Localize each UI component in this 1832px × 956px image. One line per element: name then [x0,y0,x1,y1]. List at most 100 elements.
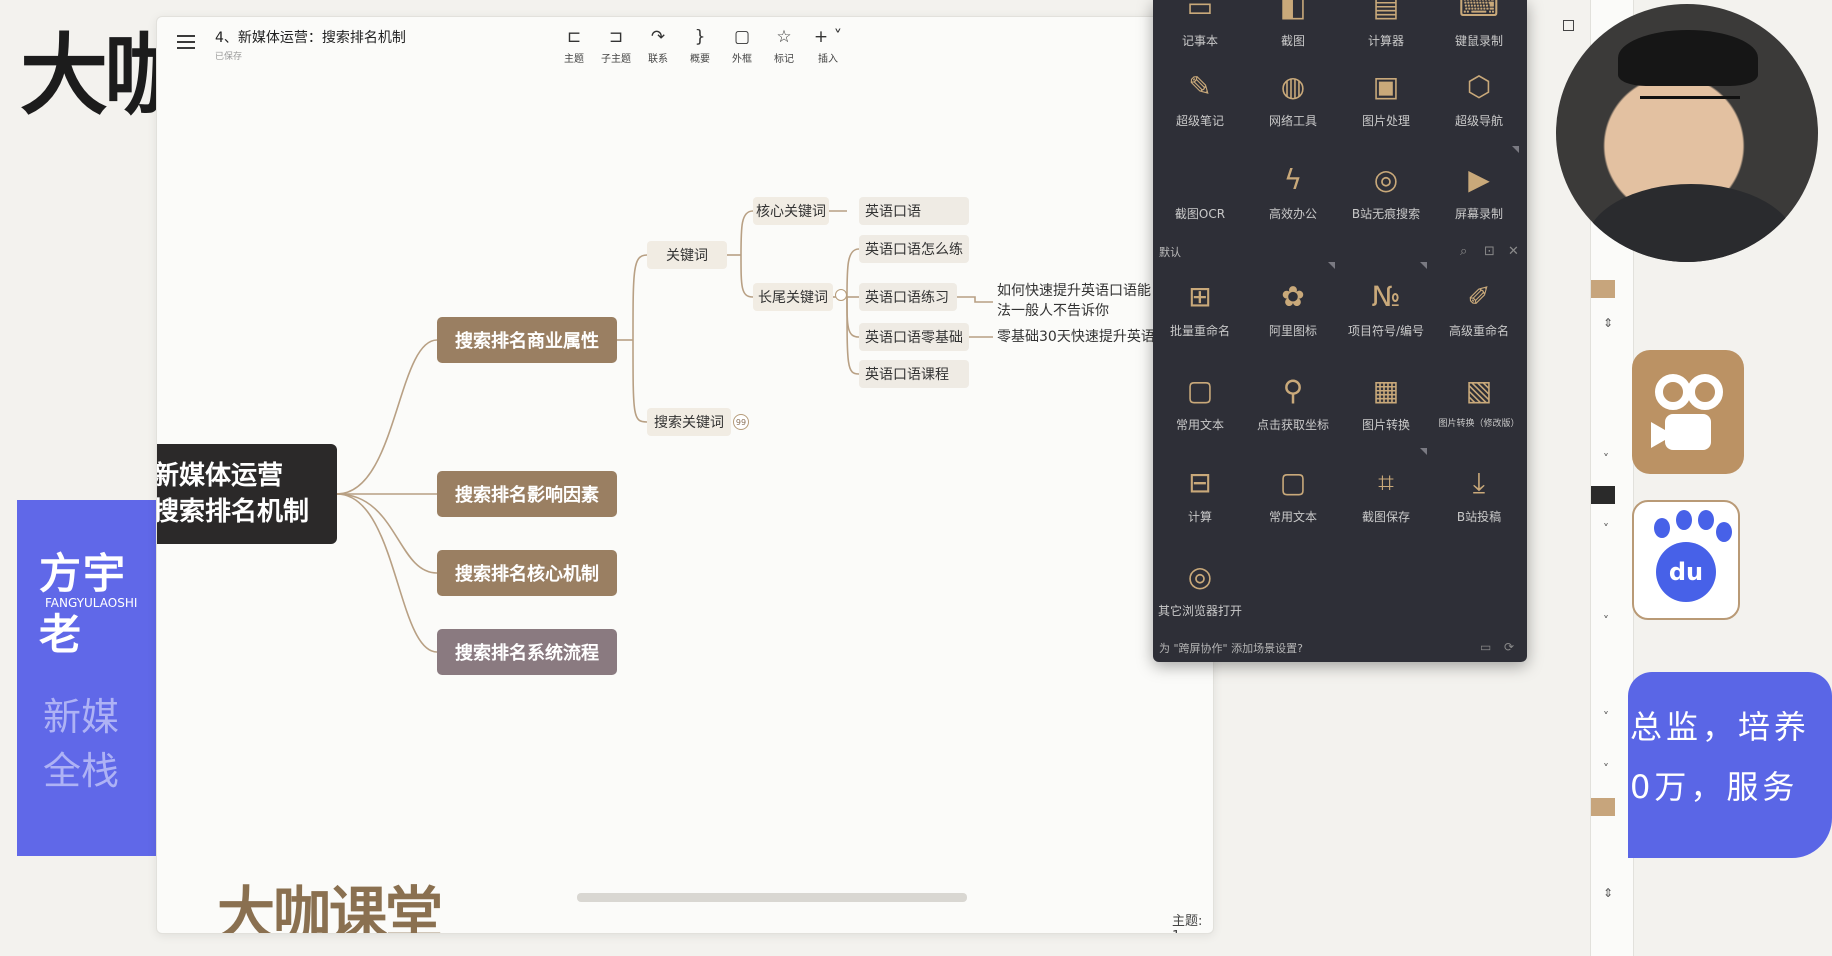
tool-numbering[interactable]: № 项目符号/编号 [1341,280,1431,339]
tool-image-process[interactable]: ▣ 图片处理 [1341,70,1431,129]
save-icon: ▢ [1186,374,1214,407]
horizontal-scrollbar[interactable] [577,893,967,902]
collapse-toggle[interactable]: 99 [733,414,749,430]
topic-system-process[interactable]: 搜索排名系统流程 [437,629,617,675]
tool-advanced-rename[interactable]: ✐ 高级重命名 [1434,280,1524,339]
panel-footer[interactable]: 为 "跨屏协作" 添加场景设置? [1159,640,1303,656]
tool-image-convert[interactable]: ▦ 图片转换 [1341,374,1431,433]
leaf-practice[interactable]: 英语口语练习 [859,283,957,311]
tool-super-note[interactable]: ✎ 超级笔记 [1155,70,1245,129]
palette-icon: ✿ [1281,280,1305,313]
leaf-zero-basis[interactable]: 英语口语零基础 [859,323,969,351]
mindmap-window: 4、新媒体运营：搜索排名机制 已保存 ⊏ 主题 ⊐ 子主题 ↷ 联系 } 概要 … [156,16,1214,934]
notebook-icon: ▭ [1186,0,1214,23]
window-restore-icon[interactable] [1563,20,1574,31]
tool-common-text-2[interactable]: ▢ 常用文本 [1248,466,1338,525]
corner-marker [1420,448,1427,455]
presenter-webcam [1556,4,1818,262]
image-convert-icon: ▦ [1372,374,1400,407]
tool-screenshot[interactable]: ◧ 截图 [1248,0,1338,49]
topic-core-keyword[interactable]: 核心关键词 [753,197,829,225]
paw-toe-icon [1716,522,1732,542]
tool-image-convert-mod[interactable]: ▧ 图片转换（修改版） [1434,374,1524,429]
calculator-icon: ▤ [1372,0,1400,23]
globe-icon: ◎ [1373,163,1399,196]
tool-ocr[interactable]: 截图OCR [1155,163,1245,222]
baidu-paw-icon: du [1656,542,1716,602]
box-icon: ⬡ [1466,70,1492,103]
connector-core [336,493,438,574]
tool-ali-icons[interactable]: ✿ 阿里图标 [1248,280,1338,339]
network-tool-icon: ◍ [1280,70,1306,103]
tool-calculator[interactable]: ▤ 计算器 [1341,0,1431,49]
collapse-circle-icon[interactable] [835,289,847,301]
topic-influence-factors[interactable]: 搜索排名影响因素 [437,471,617,517]
connector-keyword [632,254,648,341]
pane-highlight [1591,798,1615,816]
presenter-hair [1618,30,1758,86]
topic-longtail-keyword[interactable]: 长尾关键词 [753,283,833,311]
root-topic-line1: 新媒体运营 [156,461,284,491]
connector-process [336,493,438,653]
tree-icon: ⊞ [1188,280,1212,313]
topic-count: 主题: 1 [1172,914,1203,933]
teacher-slogan: 新媒全栈 [43,695,120,793]
tool-notebook[interactable]: ▭ 记事本 [1155,0,1245,49]
tool-other-browser[interactable]: ◎ 其它浏览器打开 [1155,560,1245,619]
ocr-icon [1155,163,1245,197]
banner-line-2: 0万，服务 [1630,768,1799,806]
tool-super-nav[interactable]: ⬡ 超级导航 [1434,70,1524,129]
tool-keyboard-record[interactable]: ⌨ 键鼠录制 [1434,0,1524,49]
chevron-down-icon[interactable]: ˅ [1603,522,1609,536]
tool-office[interactable]: ϟ 高效办公 [1248,163,1338,222]
root-topic[interactable]: 新媒体运营 搜索排名机制 [156,444,337,544]
intro-banner: 总监，培养 0万，服务 [1628,672,1832,858]
tool-common-text[interactable]: ▢ 常用文本 [1155,374,1245,433]
file-image-icon: ▧ [1465,374,1493,407]
tool-get-coordinates[interactable]: ⚲ 点击获取坐标 [1248,374,1338,433]
tool-network[interactable]: ◍ 网络工具 [1248,70,1338,129]
tool-bili-upload[interactable]: ⤓ B站投稿 [1434,466,1524,525]
kuaishou-app-icon[interactable] [1632,350,1744,474]
note-fast-improve-line1[interactable]: 如何快速提升英语口语能 [997,281,1151,301]
keyboard-record-icon: ⌨ [1458,0,1500,23]
leaf-english-oral[interactable]: 英语口语 [859,197,969,225]
leaf-how-to-practice[interactable]: 英语口语怎么练 [859,235,969,263]
presenter-glasses [1640,96,1740,114]
panel-settings-icon[interactable]: ✕ [1508,244,1519,259]
topic-core-mechanism[interactable]: 搜索排名核心机制 [437,550,617,596]
chevron-down-icon[interactable]: ˅ [1603,762,1609,776]
note-fast-improve-line2[interactable]: 法一般人不告诉你 [997,301,1109,321]
updown-icon[interactable]: ⇕ [1603,886,1613,900]
feather-icon: ✎ [1188,70,1212,103]
panel-search-icon[interactable]: ⌕ [1460,244,1467,259]
chevron-down-icon[interactable]: ˅ [1603,452,1609,466]
topic-search-keyword[interactable]: 搜索关键词 [647,408,731,436]
chevron-down-icon[interactable]: ˅ [1603,614,1609,628]
tool-batch-rename[interactable]: ⊞ 批量重命名 [1155,280,1245,339]
leaf-course[interactable]: 英语口语课程 [859,360,969,388]
baidu-app-icon[interactable]: du [1632,500,1740,620]
play-icon: ▶ [1468,163,1490,196]
panel-refresh-icon[interactable]: ⟳ [1504,640,1514,654]
download-arrow-icon: ⤓ [1472,466,1486,499]
location-icon: ⚲ [1282,374,1304,407]
connector-search-keyword [632,339,648,423]
edit-icon: ✐ [1467,280,1491,313]
note-zero-basis[interactable]: 零基础30天快速提升英语 [997,327,1155,347]
updown-icon[interactable]: ⇕ [1603,316,1613,330]
chevron-down-icon[interactable]: ˅ [1603,710,1609,724]
tool-bili-search[interactable]: ◎ B站无痕搜索 [1341,163,1431,222]
panel-folder-icon[interactable]: ▭ [1480,640,1491,654]
topic-keyword[interactable]: 关键词 [647,241,727,269]
topic-commercial-attribute[interactable]: 搜索排名商业属性 [437,317,617,363]
banner-line-1: 总监，培养 [1630,708,1811,746]
tool-screenshot-save[interactable]: ⌗ 截图保存 [1341,466,1431,525]
globe-icon: ◎ [1187,560,1213,593]
panel-lock-icon[interactable]: ⊡ [1484,244,1495,259]
paw-toe-icon [1676,510,1692,530]
tool-screen-record[interactable]: ▶ 屏幕录制 [1434,163,1524,222]
tool-compute[interactable]: ⊟ 计算 [1155,466,1245,525]
corner-marker [1328,262,1335,269]
root-topic-line2: 搜索排名机制 [156,497,310,527]
